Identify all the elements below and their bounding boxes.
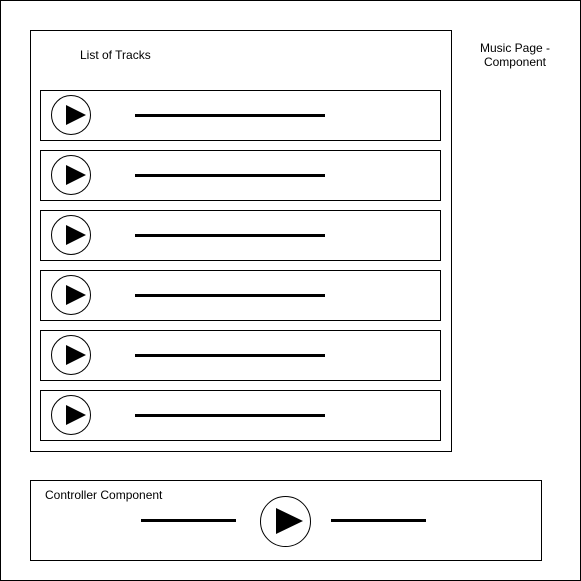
track-row[interactable] <box>40 90 441 141</box>
track-row[interactable] <box>40 270 441 321</box>
track-row[interactable] <box>40 210 441 261</box>
track-title-placeholder <box>135 174 325 177</box>
page-label-line-1: Music Page - <box>479 41 551 55</box>
play-icon[interactable] <box>51 155 91 195</box>
track-row[interactable] <box>40 330 441 381</box>
play-icon[interactable] <box>51 395 91 435</box>
controller-left-bar[interactable] <box>141 519 236 522</box>
track-title-placeholder <box>135 234 325 237</box>
page-label: Music Page - Component <box>470 41 560 69</box>
play-icon[interactable] <box>51 95 91 135</box>
play-icon[interactable] <box>51 335 91 375</box>
track-title-placeholder <box>135 114 325 117</box>
track-list-title: List of Tracks <box>80 48 151 62</box>
track-title-placeholder <box>135 414 325 417</box>
controller-panel: Controller Component <box>30 480 542 561</box>
track-list-panel: List of Tracks <box>30 30 452 452</box>
controller-right-bar[interactable] <box>331 519 426 522</box>
play-icon[interactable] <box>51 275 91 315</box>
track-row[interactable] <box>40 390 441 441</box>
controller-title: Controller Component <box>45 488 163 502</box>
play-icon[interactable] <box>51 215 91 255</box>
page-label-line-2: Component <box>483 55 547 69</box>
track-title-placeholder <box>135 354 325 357</box>
track-row[interactable] <box>40 150 441 201</box>
play-icon[interactable] <box>260 496 311 547</box>
track-title-placeholder <box>135 294 325 297</box>
